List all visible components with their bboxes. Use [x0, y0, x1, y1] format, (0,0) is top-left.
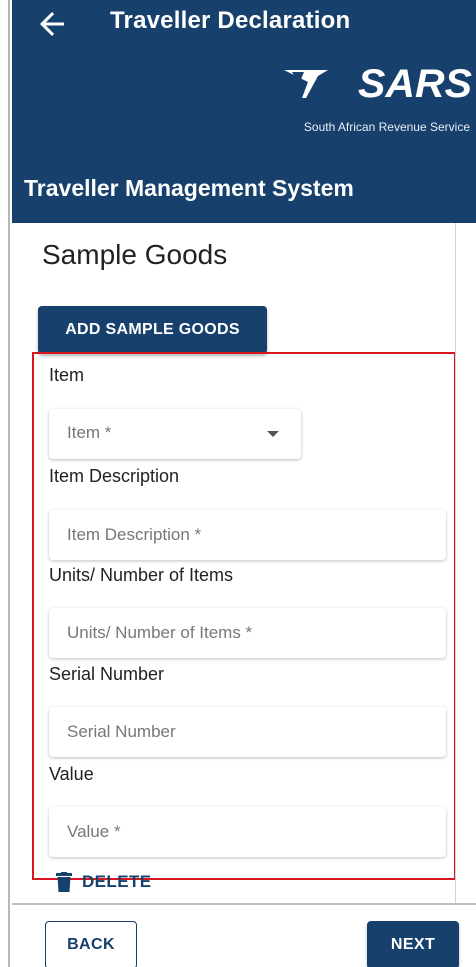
logo-text: SARS	[358, 64, 472, 104]
item-description-input[interactable]	[49, 510, 446, 560]
value-input[interactable]	[49, 807, 446, 857]
trash-icon	[56, 872, 72, 892]
serial-number-label: Serial Number	[49, 664, 165, 684]
serial-number-input[interactable]	[49, 707, 446, 757]
logo-tagline: South African Revenue Service	[303, 120, 470, 134]
bottom-navigation: BACK NEXT	[12, 903, 476, 967]
item-label: Item	[49, 365, 85, 385]
sample-goods-form: Item Item * Item Description Units/ Numb…	[32, 352, 456, 880]
arrow-left-icon[interactable]	[34, 6, 70, 42]
item-select-placeholder: Item *	[67, 423, 112, 442]
dropdown-arrow-icon	[267, 431, 279, 437]
main-content: Sample Goods ADD SAMPLE GOODS Item Item …	[12, 223, 476, 903]
sars-logo: SARS	[284, 64, 472, 104]
item-description-label: Item Description	[49, 466, 180, 486]
add-sample-goods-button[interactable]: ADD SAMPLE GOODS	[38, 306, 267, 354]
app-bar: Traveller Declaration SARS South African…	[12, 0, 476, 223]
section-heading: Sample Goods	[42, 239, 228, 270]
value-label: Value	[49, 764, 94, 784]
system-title: Traveller Management System	[24, 175, 354, 201]
item-select[interactable]: Item *	[49, 409, 301, 459]
content-divider	[455, 223, 456, 903]
units-input[interactable]	[49, 608, 446, 658]
screen-edge	[0, 0, 10, 967]
delete-button[interactable]: DELETE	[56, 872, 151, 892]
next-button[interactable]: NEXT	[367, 921, 459, 967]
delete-label: DELETE	[82, 872, 152, 891]
back-button[interactable]: BACK	[45, 921, 137, 967]
units-label: Units/ Number of Items	[49, 565, 234, 585]
page-title: Traveller Declaration	[110, 7, 351, 34]
